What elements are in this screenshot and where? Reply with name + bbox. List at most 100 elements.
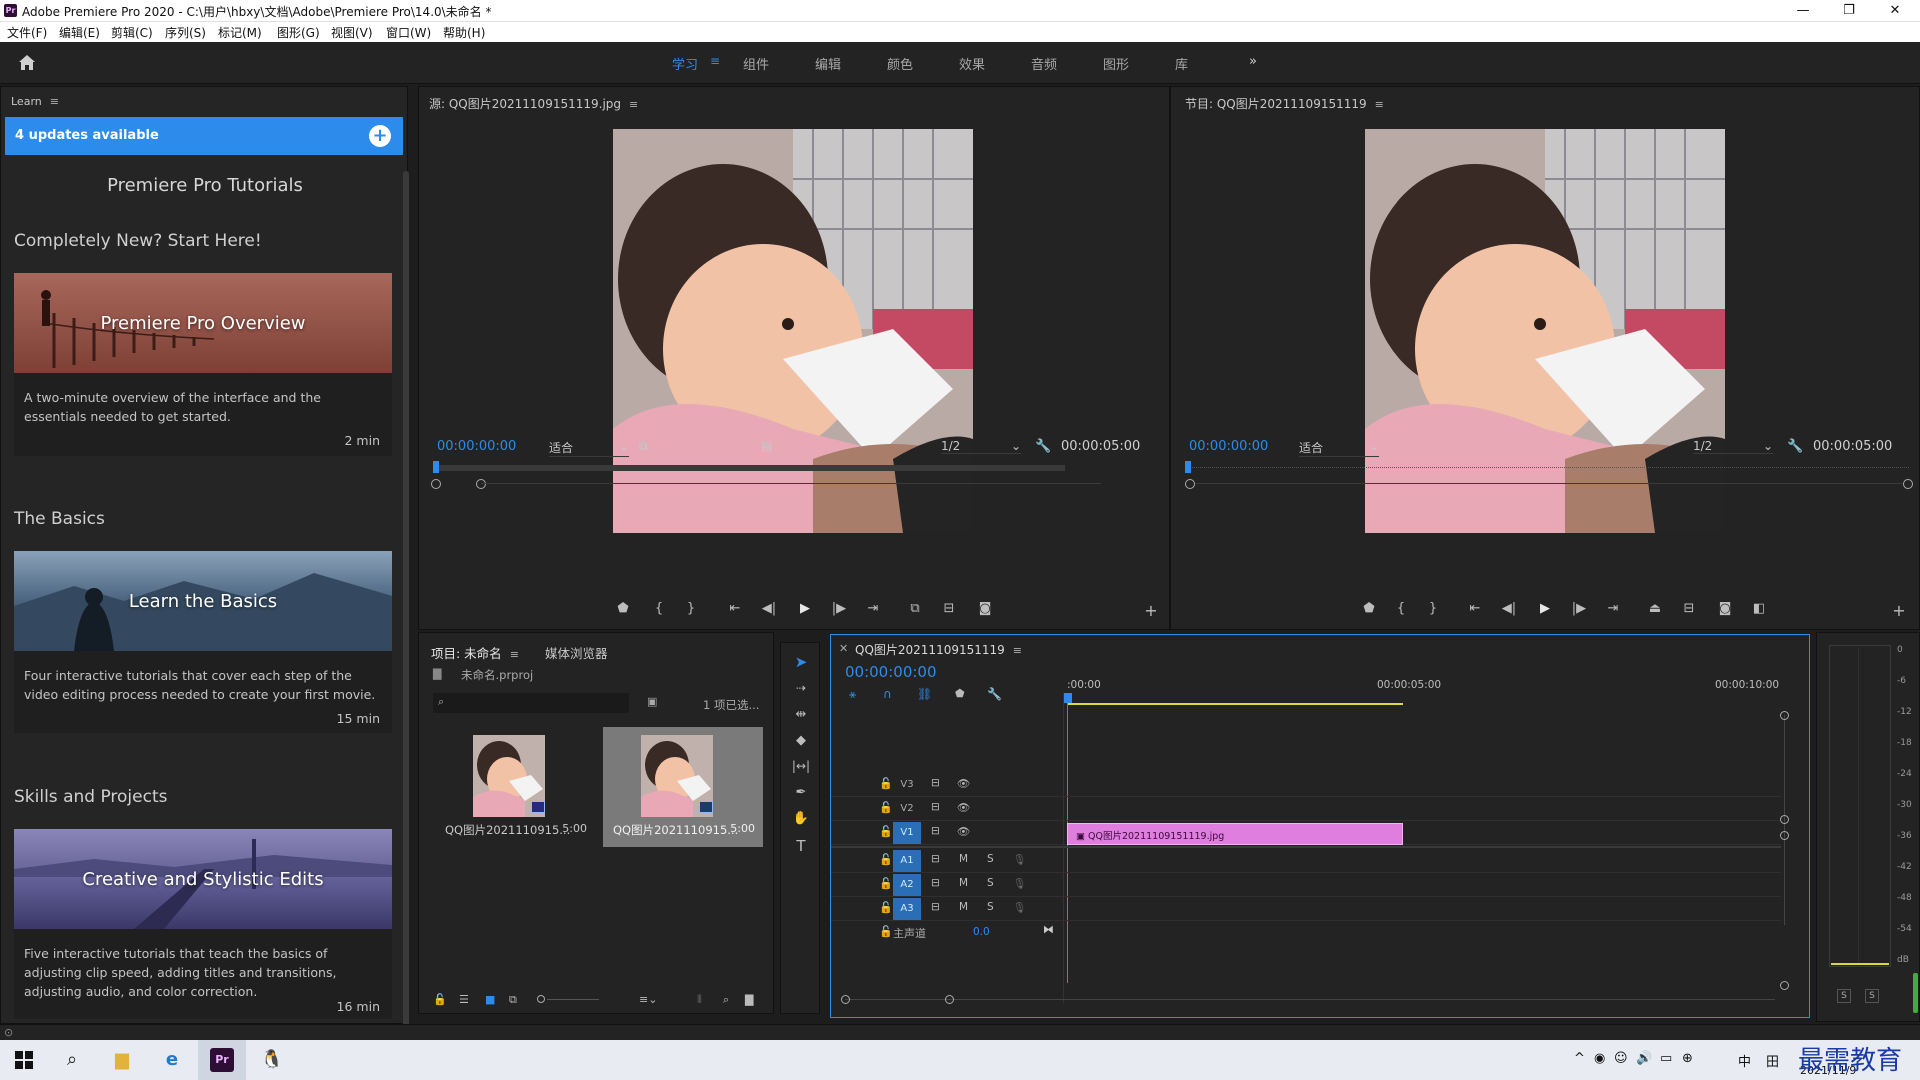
menu-view[interactable]: 视图(V) bbox=[331, 24, 373, 41]
playhead-handle[interactable] bbox=[1063, 693, 1072, 703]
tray-overflow-icon[interactable]: ^ bbox=[1574, 1051, 1585, 1066]
workspace-color[interactable]: 颜色 bbox=[887, 54, 913, 73]
nest-icon[interactable]: ⚹ bbox=[849, 687, 856, 702]
program-playhead[interactable] bbox=[1185, 461, 1191, 473]
snap-icon[interactable]: ∩ bbox=[883, 687, 892, 701]
menu-graphics[interactable]: 图形(G) bbox=[277, 24, 320, 41]
go-to-in-icon[interactable]: ⇤ bbox=[1465, 601, 1485, 616]
microphone-icon[interactable]: 🎙 bbox=[1013, 877, 1026, 890]
tutorial-card-overview[interactable]: Premiere Pro Overview A two-minute overv… bbox=[14, 273, 392, 456]
vertical-zoom-handle[interactable] bbox=[1780, 981, 1789, 990]
track-label[interactable]: V1 bbox=[893, 822, 921, 844]
timeline-settings-wrench-icon[interactable]: 🔧 bbox=[987, 687, 1002, 701]
search-icon[interactable]: ⌕ bbox=[48, 1040, 96, 1080]
go-to-out-icon[interactable]: ⇥ bbox=[863, 601, 883, 616]
vertical-zoom-handle[interactable] bbox=[1780, 711, 1789, 720]
close-tab-icon[interactable]: ✕ bbox=[839, 642, 848, 655]
source-scrub-bar[interactable] bbox=[435, 465, 1065, 471]
source-playhead[interactable] bbox=[433, 461, 439, 473]
icon-view-icon[interactable]: ■ bbox=[485, 993, 495, 1006]
mark-out-icon[interactable]: } bbox=[681, 601, 701, 616]
sequence-tab[interactable]: QQ图片20211109151119 bbox=[855, 643, 1005, 657]
track-label[interactable]: V3 bbox=[893, 774, 921, 796]
qq-penguin-icon[interactable]: 🐧 bbox=[248, 1040, 296, 1080]
program-fit-dropdown[interactable]: 适合 ⌄ bbox=[1299, 439, 1379, 457]
edge-browser-icon[interactable]: e bbox=[148, 1040, 196, 1080]
type-tool-icon[interactable]: T bbox=[789, 837, 813, 859]
sync-lock-icon[interactable]: ⊟ bbox=[931, 901, 940, 913]
play-icon[interactable]: ▶ bbox=[1535, 601, 1555, 616]
pen-tool-icon[interactable]: ✒ bbox=[789, 785, 813, 807]
selection-tool-icon[interactable]: ➤ bbox=[789, 653, 813, 675]
premiere-taskbar-icon[interactable]: Pr bbox=[198, 1040, 246, 1080]
program-timecode[interactable]: 00:00:00:00 bbox=[1189, 439, 1268, 454]
eye-icon[interactable]: 👁 bbox=[957, 825, 970, 838]
workspace-effects[interactable]: 效果 bbox=[959, 54, 985, 73]
mark-in-icon[interactable]: { bbox=[1391, 601, 1411, 616]
horizontal-zoom-handle[interactable] bbox=[945, 995, 954, 1004]
meter-scroll-indicator[interactable] bbox=[1913, 973, 1918, 1013]
mark-out-icon[interactable]: } bbox=[1423, 601, 1443, 616]
track-label[interactable]: V2 bbox=[893, 798, 921, 820]
camera-icon[interactable]: ◙ bbox=[975, 601, 995, 616]
workspace-editing[interactable]: 编辑 bbox=[815, 54, 841, 73]
export-frame-icon[interactable]: ▤ bbox=[761, 439, 772, 453]
eye-icon[interactable]: 👁 bbox=[957, 777, 970, 790]
add-marker-icon[interactable]: ⬟ bbox=[955, 687, 965, 700]
tray-app-icon[interactable]: ◉ bbox=[1594, 1051, 1605, 1066]
mute-button[interactable]: M bbox=[959, 877, 968, 889]
tutorial-card-basics[interactable]: Learn the Basics Four interactive tutori… bbox=[14, 551, 392, 733]
zoom-handle-right[interactable] bbox=[1903, 479, 1913, 489]
solo-left-button[interactable]: S bbox=[1837, 989, 1851, 1003]
zoom-track[interactable] bbox=[481, 483, 1101, 484]
sync-lock-icon[interactable]: ⊟ bbox=[931, 777, 940, 789]
master-volume[interactable]: 0.0 bbox=[973, 926, 990, 938]
close-button[interactable]: ✕ bbox=[1872, 0, 1918, 22]
wrench-icon[interactable]: 🔧 bbox=[1787, 439, 1803, 454]
menu-help[interactable]: 帮助(H) bbox=[443, 24, 485, 41]
track-select-tool-icon[interactable]: ⇢ bbox=[789, 681, 813, 703]
source-resolution-dropdown[interactable]: 1/2 ⌄ bbox=[941, 439, 1021, 454]
lock-icon[interactable]: 🔓 bbox=[879, 777, 893, 790]
ripple-edit-tool-icon[interactable]: ⇹ bbox=[789, 707, 813, 729]
track-label[interactable]: A3 bbox=[893, 898, 921, 920]
volume-icon[interactable]: 🔊 bbox=[1636, 1051, 1652, 1066]
find-icon[interactable]: ⌕ bbox=[723, 993, 729, 1007]
work-area-bar[interactable] bbox=[1067, 703, 1403, 705]
tray-security-icon[interactable]: ⊕ bbox=[1682, 1051, 1693, 1066]
list-view-icon[interactable]: ☰ bbox=[459, 993, 469, 1006]
workspace-assembly[interactable]: 组件 bbox=[743, 54, 769, 73]
automate-to-sequence-icon[interactable]: ⦀ bbox=[697, 993, 702, 1007]
lift-icon[interactable]: ⏏ bbox=[1645, 601, 1665, 616]
menu-clip[interactable]: 剪辑(C) bbox=[111, 24, 153, 41]
step-forward-icon[interactable]: |▶ bbox=[829, 601, 849, 616]
home-icon[interactable] bbox=[18, 54, 36, 71]
add-button-icon[interactable]: + bbox=[1141, 601, 1161, 620]
workspace-menu-icon[interactable]: ≡ bbox=[710, 54, 720, 68]
panel-menu-icon[interactable]: ≡ bbox=[1013, 644, 1022, 657]
workspace-learn[interactable]: 学习 bbox=[672, 54, 698, 73]
project-search-input[interactable]: ⌕ bbox=[433, 693, 629, 713]
plus-icon[interactable]: + bbox=[369, 125, 391, 147]
add-marker-icon[interactable]: ⬟ bbox=[613, 601, 633, 616]
thumbnail-size-slider[interactable] bbox=[537, 995, 545, 1003]
razor-tool-icon[interactable]: ◆ bbox=[789, 733, 813, 755]
timeline-clip[interactable]: ▣ QQ图片20211109151119.jpg bbox=[1067, 823, 1403, 845]
overwrite-icon[interactable]: ⊟ bbox=[939, 601, 959, 616]
workspace-audio[interactable]: 音频 bbox=[1031, 54, 1057, 73]
panel-menu-icon[interactable]: ≡ bbox=[510, 648, 519, 661]
go-to-edit-point-icon[interactable]: ⧓ bbox=[1043, 923, 1054, 936]
lock-icon[interactable]: 🔓 bbox=[879, 853, 893, 866]
sync-lock-icon[interactable]: ⊟ bbox=[931, 853, 940, 865]
play-icon[interactable]: ▶ bbox=[795, 601, 815, 616]
lock-icon[interactable]: 🔓 bbox=[879, 825, 893, 838]
lock-icon[interactable]: 🔓 bbox=[879, 901, 893, 914]
sync-lock-icon[interactable]: ⊟ bbox=[931, 877, 940, 889]
extract-icon[interactable]: ⊟ bbox=[1679, 601, 1699, 616]
solo-button[interactable]: S bbox=[987, 901, 994, 913]
track-label[interactable]: A1 bbox=[893, 850, 921, 872]
menu-sequence[interactable]: 序列(S) bbox=[165, 24, 206, 41]
go-to-in-icon[interactable]: ⇤ bbox=[725, 601, 745, 616]
program-resolution-dropdown[interactable]: 1/2 ⌄ bbox=[1693, 439, 1773, 454]
workspace-overflow-icon[interactable]: » bbox=[1249, 54, 1257, 69]
